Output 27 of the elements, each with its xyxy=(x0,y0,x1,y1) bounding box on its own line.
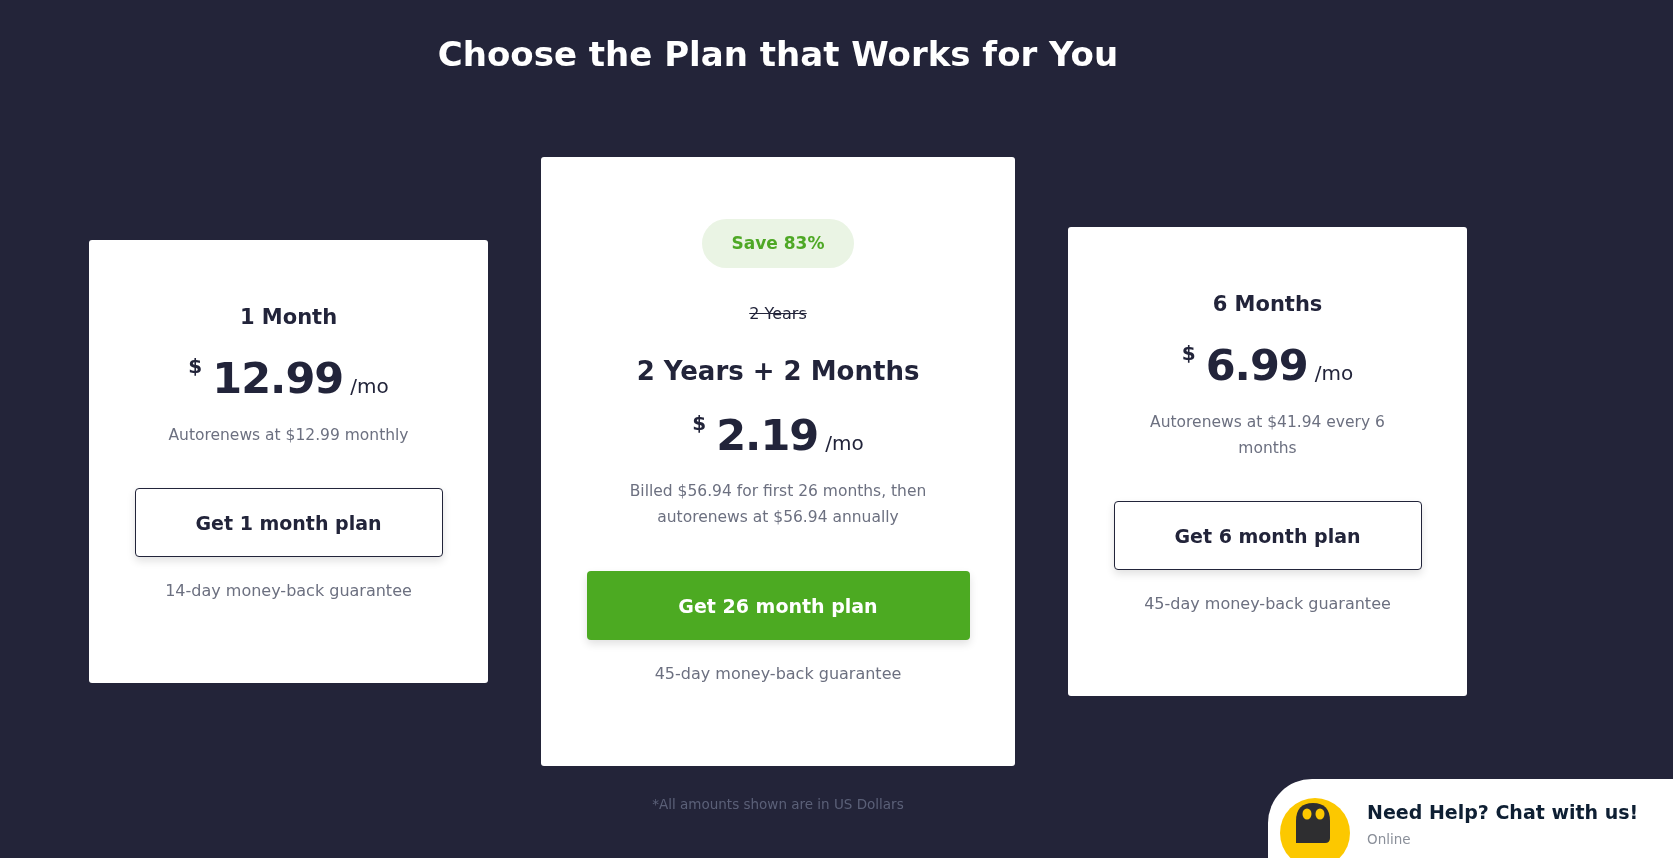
page-title: Choose the Plan that Works for You xyxy=(437,33,1119,76)
get-plan-button[interactable]: Get 1 month plan xyxy=(134,488,443,557)
currency-symbol: $ xyxy=(188,356,203,376)
currency-symbol: $ xyxy=(1181,343,1196,363)
savings-badge: Save 83% xyxy=(701,219,855,268)
currency-symbol: $ xyxy=(692,413,707,433)
footnote-text: *All amounts shown are in US Dollars xyxy=(652,795,904,813)
plan-name: 6 Months xyxy=(1212,291,1323,318)
guarantee-text: 14-day money-back guarantee xyxy=(165,580,412,602)
original-duration-text: 2 Years xyxy=(749,303,807,325)
ghost-avatar-icon[interactable] xyxy=(1280,798,1350,858)
chat-status-text: Online xyxy=(1367,830,1411,849)
price-amount: 12.99 xyxy=(212,354,344,402)
guarantee-text: 45-day money-back guarantee xyxy=(1144,593,1391,615)
price-period: /mo xyxy=(1314,361,1354,385)
price-amount: 6.99 xyxy=(1205,341,1308,389)
billing-text: Billed $56.94 for first 26 months, then autorenews at $56.94 annually xyxy=(628,481,928,528)
billing-text: Autorenews at $12.99 monthly xyxy=(168,425,409,446)
chat-title: Need Help? Chat with us! xyxy=(1367,800,1639,825)
plan-name: 1 Month xyxy=(239,304,338,331)
price-amount: 2.19 xyxy=(716,411,819,459)
price-period: /mo xyxy=(350,374,389,398)
plan-name: 2 Years + 2 Months xyxy=(636,355,920,388)
price-period: /mo xyxy=(825,431,864,455)
billing-text: Autorenews at $41.94 every 6 months xyxy=(1149,412,1386,459)
guarantee-text: 45-day money-back guarantee xyxy=(654,663,902,685)
get-plan-button[interactable]: Get 6 month plan xyxy=(1113,501,1422,570)
